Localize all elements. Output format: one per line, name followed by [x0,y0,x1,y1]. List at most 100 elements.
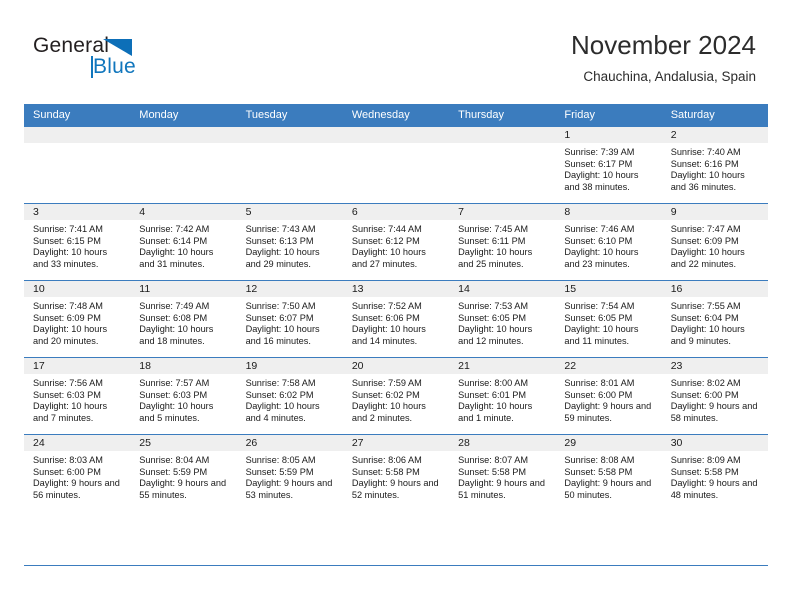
calendar-day-cell[interactable]: 11 Sunrise: 7:49 AM Sunset: 6:08 PM Dayligh… [130,280,237,358]
day-number: 15 [555,281,662,297]
daylight-text: Daylight: 10 hours and 38 minutes. [564,170,639,192]
calendar-day-cell[interactable]: 24 Sunrise: 8:03 AM Sunset: 6:00 PM Dayligh… [24,434,131,511]
day-number: 3 [24,204,131,220]
calendar-day-cell[interactable]: 2 Sunrise: 7:40 AM Sunset: 6:16 PM Daylight… [661,126,768,204]
day-number: 22 [555,358,662,374]
calendar-cell-inner: 1 Sunrise: 7:39 AM Sunset: 6:17 PM Daylight… [555,127,662,203]
calendar-week-row: 17 Sunrise: 7:56 AM Sunset: 6:03 PM Dayligh… [24,357,768,435]
sunrise-text: Sunrise: 7:50 AM [245,301,316,311]
calendar-day-cell[interactable]: 7 Sunrise: 7:45 AM Sunset: 6:11 PM Daylight… [449,203,556,281]
calendar-day-cell[interactable]: 18 Sunrise: 7:57 AM Sunset: 6:03 PM Dayligh… [130,357,237,435]
calendar-cell-empty [236,126,343,204]
day-number: 17 [24,358,131,374]
sunrise-text: Sunrise: 7:59 AM [351,378,422,388]
calendar-day-cell[interactable]: 21 Sunrise: 8:00 AM Sunset: 6:01 PM Dayligh… [449,357,556,435]
sunset-text: Sunset: 6:08 PM [139,312,208,323]
calendar-day-cell[interactable]: 13 Sunrise: 7:52 AM Sunset: 6:06 PM Dayligh… [342,280,450,358]
sunset-text: Sunset: 5:58 PM [351,466,420,477]
calendar-page: General Blue November 2024 Chauchina, An… [0,0,792,612]
calendar-cell-inner: 14 Sunrise: 7:53 AM Sunset: 6:05 PM Dayligh… [449,281,556,357]
sunset-text: Sunset: 6:00 PM [33,466,101,477]
daylight-text: Daylight: 9 hours and 52 minutes. [351,478,439,500]
calendar-week-row: 10 Sunrise: 7:48 AM Sunset: 6:09 PM Dayligh… [24,280,768,358]
calendar-cell-inner: 30 Sunrise: 8:09 AM Sunset: 5:58 PM Dayligh… [661,435,768,511]
sunrise-text: Sunrise: 7:57 AM [139,378,210,388]
calendar-day-cell[interactable]: 23 Sunrise: 8:02 AM Sunset: 6:00 PM Dayligh… [661,357,768,435]
day-details: Sunrise: 8:08 AM Sunset: 5:58 PM Daylight:… [555,451,661,501]
day-details: Sunrise: 7:56 AM Sunset: 6:03 PM Daylight:… [24,374,130,424]
sunset-text: Sunset: 6:11 PM [458,235,526,246]
day-number [130,127,237,143]
calendar-day-cell[interactable]: 28 Sunrise: 8:07 AM Sunset: 5:58 PM Dayligh… [449,434,556,511]
calendar-day-cell[interactable]: 14 Sunrise: 7:53 AM Sunset: 6:05 PM Dayligh… [449,280,556,358]
daylight-text: Daylight: 10 hours and 33 minutes. [33,247,108,269]
day-number: 9 [661,204,768,220]
day-details: Sunrise: 7:52 AM Sunset: 6:06 PM Daylight:… [343,297,449,347]
calendar-day-cell[interactable]: 22 Sunrise: 8:01 AM Sunset: 6:00 PM Dayligh… [555,357,662,435]
calendar-day-cell[interactable]: 19 Sunrise: 7:58 AM Sunset: 6:02 PM Dayligh… [236,357,343,435]
sunrise-text: Sunrise: 7:39 AM [564,147,635,157]
calendar-cell-inner: 22 Sunrise: 8:01 AM Sunset: 6:00 PM Dayligh… [555,358,662,434]
sunrise-text: Sunrise: 7:45 AM [458,224,529,234]
calendar-day-cell[interactable]: 8 Sunrise: 7:46 AM Sunset: 6:10 PM Daylight… [555,203,662,281]
calendar-day-cell[interactable]: 25 Sunrise: 8:04 AM Sunset: 5:59 PM Dayligh… [130,434,237,511]
calendar-day-cell[interactable]: 5 Sunrise: 7:43 AM Sunset: 6:13 PM Daylight… [236,203,343,281]
calendar-day-cell[interactable]: 9 Sunrise: 7:47 AM Sunset: 6:09 PM Daylight… [661,203,768,281]
sunset-text: Sunset: 6:04 PM [670,312,739,323]
sunset-text: Sunset: 6:05 PM [458,312,527,323]
calendar-cell-empty [449,126,556,204]
sunset-text: Sunset: 6:03 PM [33,389,101,400]
calendar-day-cell[interactable]: 15 Sunrise: 7:54 AM Sunset: 6:05 PM Dayligh… [555,280,662,358]
daylight-text: Daylight: 10 hours and 36 minutes. [670,170,745,192]
sunrise-text: Sunrise: 7:42 AM [139,224,210,234]
day-details: Sunrise: 8:05 AM Sunset: 5:59 PM Daylight:… [237,451,343,501]
calendar-day-cell[interactable]: 6 Sunrise: 7:44 AM Sunset: 6:12 PM Daylight… [342,203,450,281]
calendar-bottom-rule [24,565,768,566]
page-header: General Blue November 2024 Chauchina, An… [0,0,792,100]
calendar-cell-inner: 28 Sunrise: 8:07 AM Sunset: 5:58 PM Dayligh… [449,435,556,511]
calendar-day-cell[interactable]: 12 Sunrise: 7:50 AM Sunset: 6:07 PM Dayligh… [236,280,343,358]
sunrise-text: Sunrise: 7:54 AM [564,301,635,311]
day-details: Sunrise: 7:47 AM Sunset: 6:09 PM Daylight:… [662,220,768,270]
sunrise-text: Sunrise: 7:41 AM [33,224,103,234]
calendar-day-cell[interactable]: 10 Sunrise: 7:48 AM Sunset: 6:09 PM Dayligh… [24,280,131,358]
calendar-cell-inner: 15 Sunrise: 7:54 AM Sunset: 6:05 PM Dayligh… [555,281,662,357]
logo-text-blue: Blue [93,55,136,78]
calendar-day-cell[interactable]: 26 Sunrise: 8:05 AM Sunset: 5:59 PM Dayligh… [236,434,343,511]
calendar-day-cell[interactable]: 29 Sunrise: 8:08 AM Sunset: 5:58 PM Dayligh… [555,434,662,511]
daylight-text: Daylight: 10 hours and 12 minutes. [458,324,533,346]
day-number: 24 [24,435,131,451]
daylight-text: Daylight: 10 hours and 4 minutes. [245,401,320,423]
calendar-cell-inner: 9 Sunrise: 7:47 AM Sunset: 6:09 PM Daylight… [661,204,768,280]
day-number: 10 [24,281,131,297]
sunset-text: Sunset: 5:59 PM [139,466,208,477]
day-details: Sunrise: 7:57 AM Sunset: 6:03 PM Daylight:… [130,374,236,424]
sunrise-text: Sunrise: 8:00 AM [458,378,529,388]
calendar-cell-empty [130,126,237,204]
calendar-cell-inner: 13 Sunrise: 7:52 AM Sunset: 6:06 PM Dayligh… [342,281,450,357]
day-details: Sunrise: 7:40 AM Sunset: 6:16 PM Daylight:… [662,143,768,193]
day-number: 25 [130,435,237,451]
daylight-text: Daylight: 10 hours and 27 minutes. [351,247,426,269]
day-details: Sunrise: 7:39 AM Sunset: 6:17 PM Daylight:… [555,143,661,193]
calendar-day-cell[interactable]: 1 Sunrise: 7:39 AM Sunset: 6:17 PM Daylight… [555,126,662,204]
calendar-cell-inner: 20 Sunrise: 7:59 AM Sunset: 6:02 PM Dayligh… [342,358,450,434]
day-number: 8 [555,204,662,220]
calendar-day-cell[interactable]: 17 Sunrise: 7:56 AM Sunset: 6:03 PM Dayligh… [24,357,131,435]
sunrise-text: Sunrise: 8:01 AM [564,378,635,388]
calendar-day-cell[interactable]: 20 Sunrise: 7:59 AM Sunset: 6:02 PM Dayligh… [342,357,450,435]
day-details: Sunrise: 7:55 AM Sunset: 6:04 PM Daylight:… [662,297,768,347]
calendar-day-cell[interactable]: 4 Sunrise: 7:42 AM Sunset: 6:14 PM Daylight… [130,203,237,281]
general-blue-logo[interactable]: General Blue [33,34,213,84]
daylight-text: Daylight: 10 hours and 5 minutes. [139,401,214,423]
sunrise-text: Sunrise: 8:06 AM [351,455,422,465]
calendar-day-cell[interactable]: 16 Sunrise: 7:55 AM Sunset: 6:04 PM Dayligh… [661,280,768,358]
calendar-day-cell[interactable]: 27 Sunrise: 8:06 AM Sunset: 5:58 PM Dayligh… [342,434,450,511]
daylight-text: Daylight: 9 hours and 56 minutes. [33,478,120,500]
daylight-text: Daylight: 10 hours and 14 minutes. [351,324,426,346]
sunrise-text: Sunrise: 7:53 AM [458,301,529,311]
calendar-day-cell[interactable]: 3 Sunrise: 7:41 AM Sunset: 6:15 PM Daylight… [24,203,131,281]
calendar-cell-inner: 2 Sunrise: 7:40 AM Sunset: 6:16 PM Daylight… [661,127,768,203]
day-number: 5 [236,204,343,220]
calendar-day-cell[interactable]: 30 Sunrise: 8:09 AM Sunset: 5:58 PM Dayligh… [661,434,768,511]
